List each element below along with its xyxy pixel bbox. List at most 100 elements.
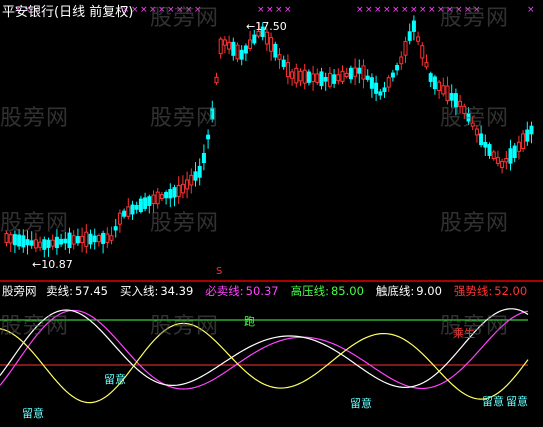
watermark: 股旁网 [440,6,510,31]
candle-body [428,73,433,82]
candle-body [277,54,282,60]
high-price-label: ←17.50 [246,20,287,33]
signal-liuyi-4: 留意 [482,395,504,408]
panel-divider [0,280,543,282]
candle-body [84,231,89,247]
candle-body [512,145,517,159]
candle-body [193,171,198,181]
signal-dot: × [140,5,148,15]
chart-title: 平安银行(日线 前复权) [2,5,134,20]
candle-body [508,148,513,164]
candle-body [395,65,400,71]
candle-body [63,238,68,244]
watermark: 股旁网 [0,314,70,339]
candle-body [113,226,118,231]
candle-body [483,141,488,148]
candle-body [340,70,345,82]
signal-liuyi-2: 留意 [22,407,44,420]
candle-body [25,239,30,246]
candle-body [134,205,139,210]
candle-body [357,67,362,74]
candle-body [197,165,202,178]
candle-body [75,236,80,244]
indicator-panel[interactable] [0,283,543,423]
candle-body [38,241,43,248]
candle-body [101,232,106,244]
candle-body [273,43,278,58]
candle-body [189,174,194,186]
signal-dot: × [401,5,409,15]
candle-body [348,67,353,80]
candle-body [521,133,526,150]
signal-dot: × [356,5,364,15]
candle-body [344,72,349,77]
candle-body [491,151,496,160]
candle-body [264,31,269,45]
signal-dot: × [527,5,535,15]
signal-dot: × [374,5,382,15]
candle-body [54,236,59,249]
candle-body [378,91,383,96]
signal-pao: 跑 [244,315,255,328]
candle-body [302,69,307,84]
candle-body [479,133,484,146]
signal-dot: × [428,5,436,15]
candle-body [201,152,206,164]
candle-body [306,71,311,83]
candle-body [495,157,500,164]
signal-dot: × [410,5,418,15]
candle-body [248,39,253,49]
candle-body [206,134,211,140]
candle-body [180,183,185,194]
candle-body [239,49,244,60]
watermark: 股旁网 [150,106,220,131]
candle-body [411,20,416,32]
candle-body [525,129,530,142]
candle-body [42,239,47,250]
signal-dot: × [266,5,274,15]
candle-body [243,45,248,54]
low-arrow-icon: ← [32,258,42,271]
candle-body [420,45,425,59]
candle-body [33,239,38,249]
candle-body [374,82,379,94]
candle-body [138,198,143,213]
indicator-chart [0,308,529,404]
candle-body [311,73,316,82]
candle-body [227,41,232,50]
signal-liuyi-3: 留意 [350,397,372,410]
candle-body [294,67,299,84]
candle-body [437,81,442,91]
candle-body [151,194,156,205]
signal-dot: × [392,5,400,15]
candle-body [529,125,534,135]
candle-body [332,74,337,84]
signal-dot: × [365,5,373,15]
candle-body [143,197,148,209]
candle-body [155,191,160,205]
candlestick-panel[interactable]: × × × × × × × × × × × × × × × × × × × × × × × × × × × × × × × [0,0,543,280]
candle-body [353,67,358,77]
candle-body [126,206,131,217]
watermark: 股旁网 [0,106,70,131]
candle-body [500,160,505,168]
candle-body [105,233,110,243]
candle-body [214,76,219,84]
candle-body [50,239,55,247]
candle-body [390,72,395,78]
candle-body [80,235,85,244]
signal-liuyi-1: 留意 [104,373,126,386]
candle-body [281,59,286,67]
candle-body [403,40,408,56]
candle-body [92,235,97,243]
candle-body [407,31,412,41]
candle-body [21,235,26,248]
candle-body [285,62,290,78]
candle-body [319,71,324,87]
sell-marker: S [216,266,223,277]
watermark: 股旁网 [440,314,510,339]
candle-body [424,62,429,68]
watermark: 股旁网 [0,211,70,236]
candlestick-chart: × × × × × × × × × × × × × × × × × × × × × × × × × × × × × × × [4,5,535,258]
signal-dot: × [257,5,265,15]
